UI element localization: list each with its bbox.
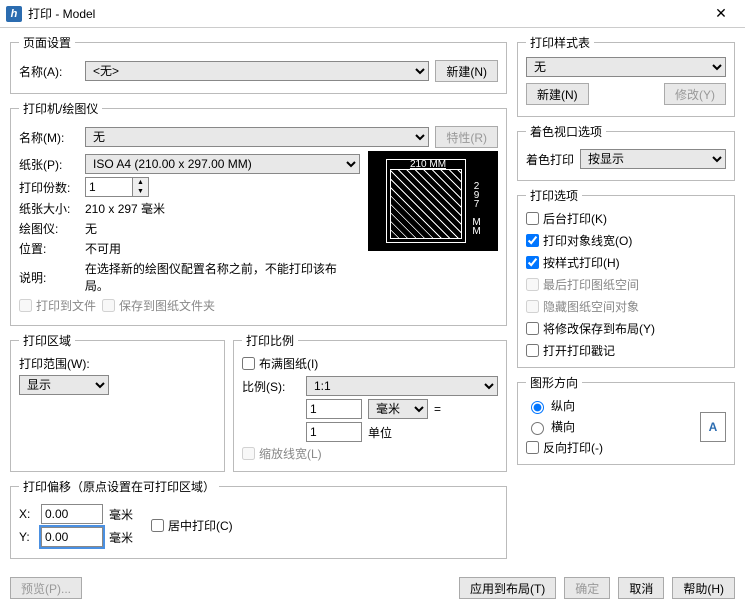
offset-y-unit: 毫米 <box>109 529 133 546</box>
plot-style-group: 打印样式表 无 新建(N) 修改(Y) <box>517 34 735 117</box>
offset-x-label: X: <box>19 507 35 521</box>
printer-group: 打印机/绘图仪 名称(M): 无 特性(R) 纸张(P): ISO A4 (21… <box>10 100 507 326</box>
plot-style-legend: 打印样式表 <box>526 34 594 51</box>
shaded-viewport-group: 着色视口选项 着色打印 按显示 <box>517 123 735 181</box>
fit-to-paper-checkbox[interactable]: 布满图纸(I) <box>242 355 318 372</box>
orientation-legend: 图形方向 <box>526 374 582 391</box>
page-name-select[interactable]: <无> <box>85 61 429 81</box>
plot-area-legend: 打印区域 <box>19 332 75 349</box>
paper-preview: 210 MM 297 MM <box>368 151 498 251</box>
orientation-group: 图形方向 纵向 横向 反向打印(-) A <box>517 374 735 465</box>
shaded-viewport-legend: 着色视口选项 <box>526 123 606 140</box>
plot-offset-legend: 打印偏移（原点设置在可打印区域） <box>19 478 219 495</box>
printer-name-select[interactable]: 无 <box>85 127 429 147</box>
apply-layout-button[interactable]: 应用到布局(T) <box>459 577 556 599</box>
shade-plot-label: 着色打印 <box>526 151 574 168</box>
scale-denominator-input[interactable] <box>306 422 362 442</box>
print-to-file-checkbox[interactable]: 打印到文件 <box>19 297 96 314</box>
paper-size-label: 纸张大小: <box>19 200 79 217</box>
plotter-value: 无 <box>85 220 97 237</box>
plotter-label: 绘图仪: <box>19 220 79 237</box>
scale-ratio-label: 比例(S): <box>242 378 300 395</box>
plot-style-select[interactable]: 无 <box>526 57 726 77</box>
help-button[interactable]: 帮助(H) <box>672 577 735 599</box>
style-new-button[interactable]: 新建(N) <box>526 83 589 105</box>
cancel-button[interactable]: 取消 <box>618 577 664 599</box>
page-setup-legend: 页面设置 <box>19 34 75 51</box>
center-plot-checkbox[interactable]: 居中打印(C) <box>151 517 233 534</box>
plot-range-label: 打印范围(W): <box>19 355 216 372</box>
scale-equals: = <box>434 402 441 416</box>
copies-label: 打印份数: <box>19 179 79 196</box>
paper-select[interactable]: ISO A4 (210.00 x 297.00 MM) <box>85 154 360 174</box>
plot-options-group: 打印选项 后台打印(K) 打印对象线宽(O) 按样式打印(H) 最后打印图纸空间… <box>517 187 735 368</box>
copies-spinner[interactable]: ▲▼ <box>85 177 149 197</box>
printer-legend: 打印机/绘图仪 <box>19 100 102 117</box>
plot-options-legend: 打印选项 <box>526 187 582 204</box>
page-setup-group: 页面设置 名称(A): <无> 新建(N) <box>10 34 507 94</box>
page-name-label: 名称(A): <box>19 63 79 80</box>
hide-paperspace-checkbox[interactable]: 隐藏图纸空间对象 <box>526 298 726 315</box>
location-label: 位置: <box>19 240 79 257</box>
scale-ratio-select[interactable]: 1:1 <box>306 376 498 396</box>
title-bar: h 打印 - Model ✕ <box>0 0 745 28</box>
offset-x-input[interactable] <box>41 504 103 524</box>
plot-area-group: 打印区域 打印范围(W): 显示 <box>10 332 225 472</box>
desc-value: 在选择新的绘图仪配置名称之前，不能打印该布局。 <box>85 260 360 294</box>
plot-scale-legend: 打印比例 <box>242 332 298 349</box>
paperspace-last-checkbox[interactable]: 最后打印图纸空间 <box>526 276 726 293</box>
save-to-sheet-checkbox[interactable]: 保存到图纸文件夹 <box>102 297 215 314</box>
plot-with-style-checkbox[interactable]: 按样式打印(H) <box>526 254 726 271</box>
spinner-up-icon[interactable]: ▲ <box>133 178 148 187</box>
orientation-icon: A <box>700 412 726 442</box>
scale-lineweight-checkbox[interactable]: 缩放线宽(L) <box>242 445 322 462</box>
reverse-plot-checkbox[interactable]: 反向打印(-) <box>526 439 603 456</box>
save-to-layout-checkbox[interactable]: 将修改保存到布局(Y) <box>526 320 726 337</box>
printer-name-label: 名称(M): <box>19 129 79 146</box>
plot-stamp-checkbox[interactable]: 打开打印戳记 <box>526 342 726 359</box>
portrait-radio[interactable]: 纵向 <box>526 397 603 414</box>
copies-input[interactable] <box>85 177 133 197</box>
scale-unit-label: 单位 <box>368 424 392 441</box>
plot-range-select[interactable]: 显示 <box>19 375 109 395</box>
background-plot-checkbox[interactable]: 后台打印(K) <box>526 210 726 227</box>
style-edit-button[interactable]: 修改(Y) <box>664 83 726 105</box>
object-lineweight-checkbox[interactable]: 打印对象线宽(O) <box>526 232 726 249</box>
landscape-radio[interactable]: 横向 <box>526 418 603 435</box>
plot-scale-group: 打印比例 布满图纸(I) 比例(S): 1:1 毫米 = 单位 缩放线宽 <box>233 332 507 472</box>
printer-props-button[interactable]: 特性(R) <box>435 126 498 148</box>
plot-offset-group: 打印偏移（原点设置在可打印区域） X: 毫米 Y: 毫米 居中打印(C) <box>10 478 507 559</box>
offset-y-label: Y: <box>19 530 35 544</box>
app-icon: h <box>6 6 22 22</box>
shade-plot-select[interactable]: 按显示 <box>580 149 726 169</box>
page-new-button[interactable]: 新建(N) <box>435 60 498 82</box>
paper-label: 纸张(P): <box>19 156 79 173</box>
paper-size-value: 210 x 297 毫米 <box>85 200 165 217</box>
location-value: 不可用 <box>85 240 121 257</box>
offset-y-input[interactable] <box>41 527 103 547</box>
close-icon[interactable]: ✕ <box>703 0 739 28</box>
spinner-down-icon[interactable]: ▼ <box>133 187 148 196</box>
scale-unit-select[interactable]: 毫米 <box>368 399 428 419</box>
ok-button[interactable]: 确定 <box>564 577 610 599</box>
offset-x-unit: 毫米 <box>109 506 133 523</box>
preview-button[interactable]: 预览(P)... <box>10 577 82 599</box>
scale-numerator-input[interactable] <box>306 399 362 419</box>
window-title: 打印 - Model <box>28 5 703 22</box>
preview-height-label: 297 MM <box>471 181 482 235</box>
desc-label: 说明: <box>19 269 79 286</box>
